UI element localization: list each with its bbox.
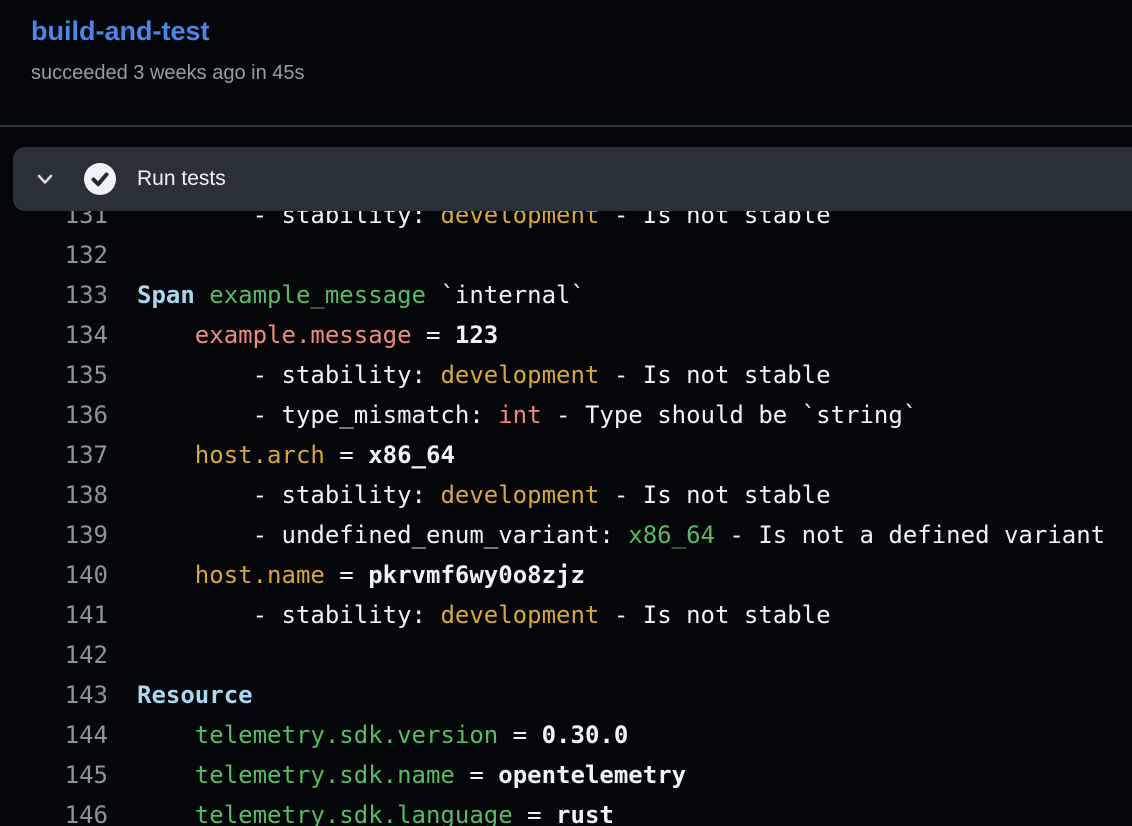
line-content: telemetry.sdk.language = rust bbox=[137, 795, 614, 826]
line-number[interactable]: 137 bbox=[0, 435, 108, 475]
chevron-down-icon[interactable] bbox=[34, 168, 56, 190]
line-number[interactable]: 133 bbox=[0, 275, 108, 315]
log-line: 132 bbox=[0, 235, 1132, 275]
log-lines: 131- stability: development - Is not sta… bbox=[0, 195, 1132, 826]
line-number[interactable]: 141 bbox=[0, 595, 108, 635]
log-line: 142 bbox=[0, 635, 1132, 675]
line-content: telemetry.sdk.version = 0.30.0 bbox=[137, 715, 628, 755]
log-line: 141 - stability: development - Is not sta… bbox=[0, 595, 1132, 635]
job-status-line: succeeded 3 weeks ago in 45s bbox=[31, 62, 305, 85]
line-number[interactable]: 140 bbox=[0, 555, 108, 595]
line-number[interactable]: 143 bbox=[0, 675, 108, 715]
line-number[interactable]: 136 bbox=[0, 395, 108, 435]
log-line: 145 telemetry.sdk.name = opentelemetry bbox=[0, 755, 1132, 795]
line-number[interactable]: 134 bbox=[0, 315, 108, 355]
log-line: 135 - stability: development - Is not sta… bbox=[0, 355, 1132, 395]
line-content: - stability: development - Is not stable bbox=[137, 475, 831, 515]
job-header: build-and-test succeeded 3 weeks ago in … bbox=[0, 0, 1132, 127]
line-content: - type_mismatch: int - Type should be `s… bbox=[137, 395, 917, 435]
line-content: example.message = 123 bbox=[137, 315, 498, 355]
check-circle-icon bbox=[84, 163, 116, 195]
line-number[interactable]: 144 bbox=[0, 715, 108, 755]
line-content: Span example_message `internal` bbox=[137, 275, 585, 315]
log-line: 144 telemetry.sdk.version = 0.30.0 bbox=[0, 715, 1132, 755]
log-line: 140 host.name = pkrvmf6wy0o8zjz bbox=[0, 555, 1132, 595]
workflow-log-screen: build-and-test succeeded 3 weeks ago in … bbox=[0, 0, 1132, 826]
step-header-run-tests[interactable]: Run tests bbox=[13, 147, 1132, 211]
line-number[interactable]: 146 bbox=[0, 795, 108, 826]
log-line: 143 Resource bbox=[0, 675, 1132, 715]
line-content: - stability: development - Is not stable bbox=[137, 595, 831, 635]
line-number[interactable]: 145 bbox=[0, 755, 108, 795]
log-viewer: Run tests 131- stability: development - … bbox=[0, 129, 1132, 826]
log-line: 137 host.arch = x86_64 bbox=[0, 435, 1132, 475]
line-content: - stability: development - Is not stable bbox=[137, 355, 831, 395]
line-content: telemetry.sdk.name = opentelemetry bbox=[137, 755, 686, 795]
log-line: 146 telemetry.sdk.language = rust bbox=[0, 795, 1132, 826]
line-content: host.name = pkrvmf6wy0o8zjz bbox=[137, 555, 585, 595]
step-name: Run tests bbox=[137, 167, 226, 191]
log-line: 133 Span example_message `internal` bbox=[0, 275, 1132, 315]
line-number[interactable]: 132 bbox=[0, 235, 108, 275]
line-content: host.arch = x86_64 bbox=[137, 435, 455, 475]
line-number[interactable]: 139 bbox=[0, 515, 108, 555]
line-number[interactable]: 142 bbox=[0, 635, 108, 675]
log-line: 138 - stability: development - Is not sta… bbox=[0, 475, 1132, 515]
line-content: - undefined_enum_variant: x86_64 - Is no… bbox=[137, 515, 1105, 555]
line-content: Resource bbox=[137, 675, 253, 715]
line-number[interactable]: 138 bbox=[0, 475, 108, 515]
log-line: 139 - undefined_enum_variant: x86_64 - Is… bbox=[0, 515, 1132, 555]
log-line: 134 example.message = 123 bbox=[0, 315, 1132, 355]
job-title-link[interactable]: build-and-test bbox=[31, 16, 209, 47]
line-number[interactable]: 135 bbox=[0, 355, 108, 395]
log-line: 136 - type_mismatch: int - Type should be… bbox=[0, 395, 1132, 435]
